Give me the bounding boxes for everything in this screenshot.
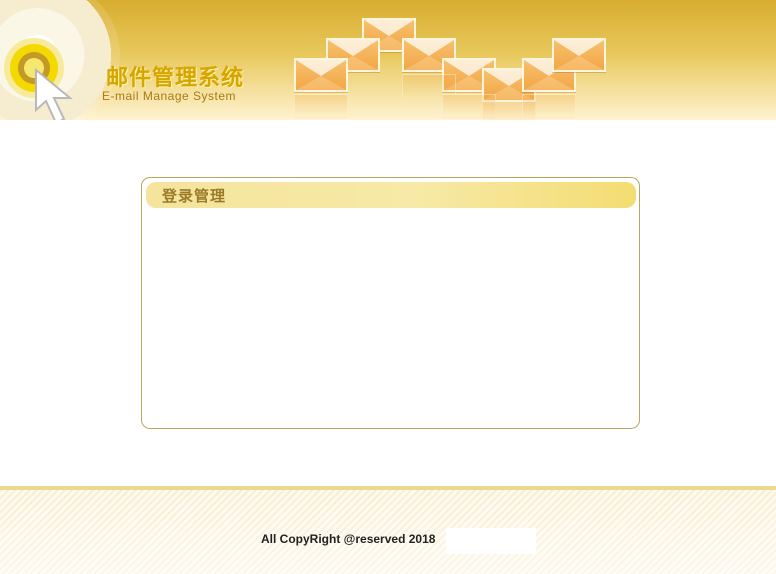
mail-reflection — [522, 94, 576, 118]
mail-envelope-icon — [552, 38, 606, 72]
app-title-english: E-mail Manage System — [102, 89, 237, 103]
mail-reflection — [294, 94, 348, 118]
login-panel: 登录管理 — [141, 177, 640, 429]
mail-envelope-icon — [294, 58, 348, 92]
app-title-chinese: 邮件管理系统 — [106, 66, 245, 91]
mail-icon-group — [290, 14, 620, 120]
cursor-pointer-icon — [35, 68, 73, 120]
app-header: 邮件管理系统 E-mail Manage System — [0, 0, 776, 120]
login-panel-title: 登录管理 — [162, 187, 227, 205]
email-system-page: 邮件管理系统 E-mail Manage System 登录管理 All Cop… — [0, 0, 776, 574]
login-panel-header: 登录管理 — [146, 182, 636, 208]
footer-redaction-block — [446, 528, 536, 554]
copyright-text: All CopyRight @reserved 2018 — [261, 532, 436, 546]
page-footer: All CopyRight @reserved 2018 — [0, 486, 776, 574]
